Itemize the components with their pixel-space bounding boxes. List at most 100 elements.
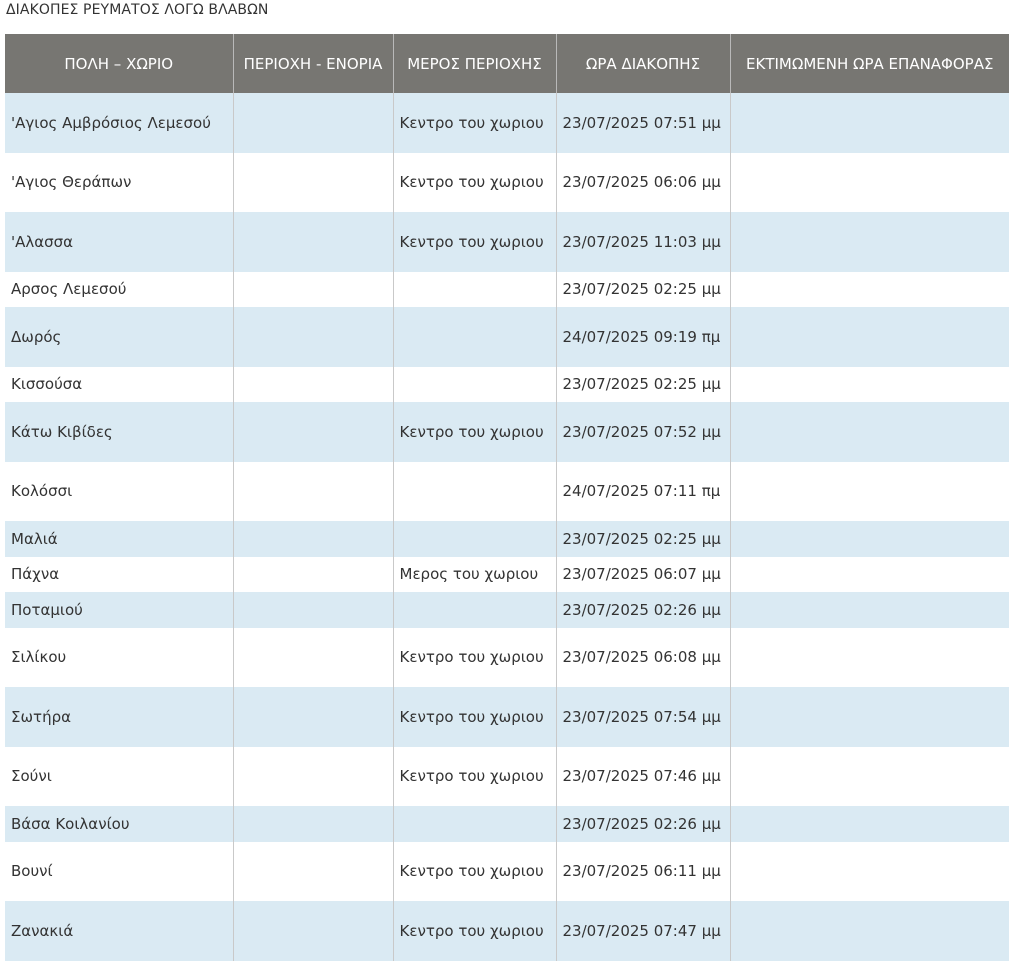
parish-cell: [232, 687, 393, 747]
restore-time-cell: [729, 402, 1009, 462]
parish-cell: [232, 212, 393, 272]
outage-time-cell: 23/07/2025 07:52 μμ: [555, 402, 730, 462]
table-row: 'Αγιος Θεράπων Κεντρο του χωριου 23/07/202…: [5, 152, 1009, 212]
restore-time-cell: [729, 627, 1009, 687]
outage-time-cell: 24/07/2025 09:19 πμ: [555, 307, 730, 367]
table-row: Σιλίκου Κεντρο του χωριου 23/07/2025 06:08…: [5, 627, 1009, 687]
parish-cell: [232, 627, 393, 687]
table-row: Δωρός 24/07/2025 09:19 πμ: [5, 307, 1009, 367]
area-part-cell: Κεντρο του χωριου: [392, 841, 556, 901]
restore-time-cell: [729, 901, 1009, 961]
area-part-cell: [392, 521, 556, 557]
restore-time-cell: [729, 841, 1009, 901]
page-title: ΔΙΑΚΟΠΕΣ ΡΕΥΜΑΤΟΣ ΛΟΓΩ ΒΛΑΒΩΝ: [6, 2, 269, 18]
table-row: 'Αγιος Αμβρόσιος Λεμεσού Κεντρο του χωριο…: [5, 93, 1009, 153]
restore-time-cell: [729, 271, 1009, 307]
table-row: Αρσος Λεμεσού 23/07/2025 02:25 μμ: [5, 271, 1009, 307]
outage-time-cell: 23/07/2025 02:25 μμ: [555, 521, 730, 557]
outages-table: ΠΟΛΗ – ΧΩΡΙΟ ΠΕΡΙΟΧΗ - ΕΝΟΡΙΑ ΜΕΡΟΣ ΠΕΡΙ…: [5, 34, 1009, 961]
village-cell: Ζανακιά: [5, 901, 233, 961]
village-cell: Ποταμιού: [5, 592, 233, 628]
village-cell: Κολόσσι: [5, 461, 233, 521]
column-header-parish: ΠΕΡΙΟΧΗ - ΕΝΟΡΙΑ: [232, 34, 393, 93]
area-part-cell: Κεντρο του χωριου: [392, 402, 556, 462]
outage-time-cell: 23/07/2025 06:08 μμ: [555, 627, 730, 687]
parish-cell: [232, 271, 393, 307]
outage-time-cell: 23/07/2025 11:03 μμ: [555, 212, 730, 272]
village-cell: Δωρός: [5, 307, 233, 367]
restore-time-cell: [729, 212, 1009, 272]
table-row: Ζανακιά Κεντρο του χωριου 23/07/2025 07:47…: [5, 901, 1009, 961]
village-cell: 'Αγιος Θεράπων: [5, 152, 233, 212]
restore-time-cell: [729, 307, 1009, 367]
area-part-cell: [392, 271, 556, 307]
parish-cell: [232, 901, 393, 961]
area-part-cell: Κεντρο του χωριου: [392, 212, 556, 272]
outage-time-cell: 24/07/2025 07:11 πμ: [555, 461, 730, 521]
table-row: Μαλιά 23/07/2025 02:25 μμ: [5, 521, 1009, 557]
table-row: Ποταμιού 23/07/2025 02:26 μμ: [5, 592, 1009, 628]
parish-cell: [232, 307, 393, 367]
parish-cell: [232, 461, 393, 521]
table-row: Πάχνα Μερος του χωριου 23/07/2025 06:07 μμ: [5, 556, 1009, 592]
table-row: 'Αλασσα Κεντρο του χωριου 23/07/2025 11:03…: [5, 212, 1009, 272]
parish-cell: [232, 521, 393, 557]
restore-time-cell: [729, 806, 1009, 842]
table-row: Βάσα Κοιλανίου 23/07/2025 02:26 μμ: [5, 806, 1009, 842]
outage-time-cell: 23/07/2025 07:54 μμ: [555, 687, 730, 747]
village-cell: Κάτω Κιβίδες: [5, 402, 233, 462]
parish-cell: [232, 93, 393, 153]
village-cell: Σούνι: [5, 746, 233, 806]
parish-cell: [232, 592, 393, 628]
table-row: Σούνι Κεντρο του χωριου 23/07/2025 07:46 μ…: [5, 746, 1009, 806]
area-part-cell: Κεντρο του χωριου: [392, 901, 556, 961]
outage-time-cell: 23/07/2025 07:51 μμ: [555, 93, 730, 153]
village-cell: Μαλιά: [5, 521, 233, 557]
parish-cell: [232, 841, 393, 901]
village-cell: 'Αγιος Αμβρόσιος Λεμεσού: [5, 93, 233, 153]
outage-time-cell: 23/07/2025 06:11 μμ: [555, 841, 730, 901]
village-cell: Βάσα Κοιλανίου: [5, 806, 233, 842]
village-cell: Κισσούσα: [5, 366, 233, 402]
restore-time-cell: [729, 746, 1009, 806]
parish-cell: [232, 366, 393, 402]
restore-time-cell: [729, 687, 1009, 747]
village-cell: Βουνί: [5, 841, 233, 901]
area-part-cell: [392, 592, 556, 628]
area-part-cell: Κεντρο του χωριου: [392, 687, 556, 747]
outage-time-cell: 23/07/2025 02:26 μμ: [555, 806, 730, 842]
village-cell: Σωτήρα: [5, 687, 233, 747]
restore-time-cell: [729, 152, 1009, 212]
area-part-cell: Κεντρο του χωριου: [392, 152, 556, 212]
column-header-village: ΠΟΛΗ – ΧΩΡΙΟ: [5, 34, 233, 93]
restore-time-cell: [729, 556, 1009, 592]
area-part-cell: [392, 307, 556, 367]
column-header-outage-time: ΩΡΑ ΔΙΑΚΟΠΗΣ: [555, 34, 730, 93]
table-header-row: ΠΟΛΗ – ΧΩΡΙΟ ΠΕΡΙΟΧΗ - ΕΝΟΡΙΑ ΜΕΡΟΣ ΠΕΡΙ…: [5, 34, 1009, 93]
outage-time-cell: 23/07/2025 07:47 μμ: [555, 901, 730, 961]
outage-time-cell: 23/07/2025 02:25 μμ: [555, 271, 730, 307]
parish-cell: [232, 402, 393, 462]
outage-time-cell: 23/07/2025 02:26 μμ: [555, 592, 730, 628]
area-part-cell: Κεντρο του χωριου: [392, 627, 556, 687]
area-part-cell: [392, 806, 556, 842]
restore-time-cell: [729, 461, 1009, 521]
parish-cell: [232, 152, 393, 212]
outage-time-cell: 23/07/2025 07:46 μμ: [555, 746, 730, 806]
parish-cell: [232, 806, 393, 842]
village-cell: Αρσος Λεμεσού: [5, 271, 233, 307]
table-row: Βουνί Κεντρο του χωριου 23/07/2025 06:11 μ…: [5, 841, 1009, 901]
parish-cell: [232, 746, 393, 806]
table-row: Σωτήρα Κεντρο του χωριου 23/07/2025 07:54 …: [5, 687, 1009, 747]
column-header-area-part: ΜΕΡΟΣ ΠΕΡΙΟΧΗΣ: [392, 34, 556, 93]
parish-cell: [232, 556, 393, 592]
area-part-cell: [392, 461, 556, 521]
table-row: Κολόσσι 24/07/2025 07:11 πμ: [5, 461, 1009, 521]
area-part-cell: Κεντρο του χωριου: [392, 746, 556, 806]
outage-time-cell: 23/07/2025 06:06 μμ: [555, 152, 730, 212]
restore-time-cell: [729, 93, 1009, 153]
outage-time-cell: 23/07/2025 06:07 μμ: [555, 556, 730, 592]
restore-time-cell: [729, 366, 1009, 402]
village-cell: Σιλίκου: [5, 627, 233, 687]
outage-time-cell: 23/07/2025 02:25 μμ: [555, 366, 730, 402]
